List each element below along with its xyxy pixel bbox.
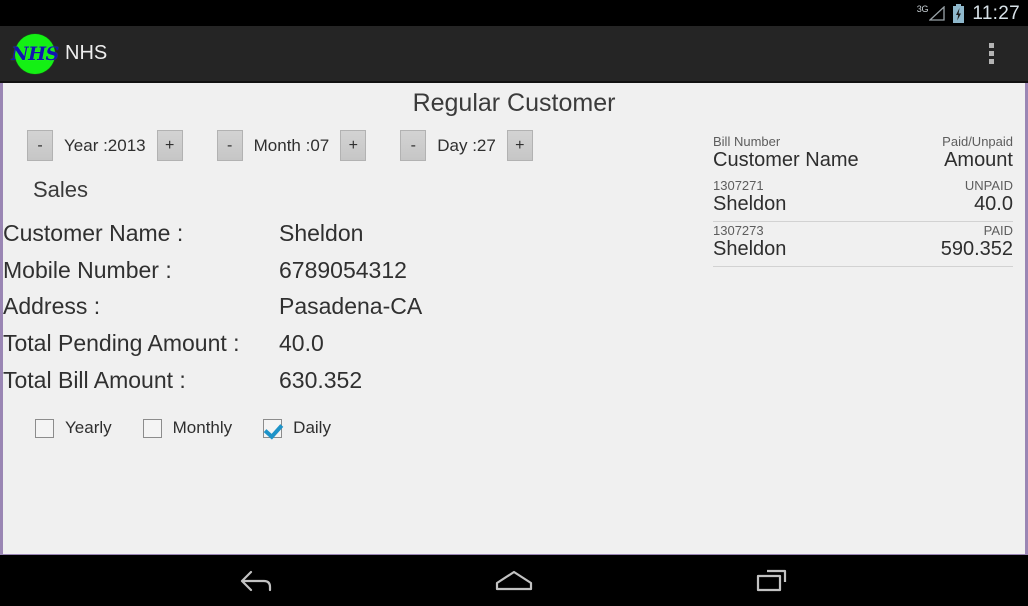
app-content: Regular Customer - Year :2013 + - Month … — [0, 83, 1028, 555]
mobile-number-label: Mobile Number : — [3, 256, 172, 283]
bill-item-top: 1307271 UNPAID — [713, 178, 1013, 193]
signal-strength-indicator: 3G — [917, 3, 946, 23]
table-row: Customer Name : Sheldon — [3, 215, 422, 252]
bill-list-header-top: Bill Number Paid/Unpaid — [713, 134, 1013, 149]
bill-number-header: Bill Number — [713, 134, 781, 149]
total-bill-amount-value: 630.352 — [279, 366, 363, 393]
checkbox-daily[interactable]: Daily — [263, 418, 331, 438]
status-bar: 3G 11:27 — [0, 0, 1028, 26]
bill-amount: 40.0 — [974, 193, 1013, 215]
overflow-dot — [988, 43, 994, 48]
month-stepper: - Month :07 + — [216, 130, 367, 161]
bill-list-header-bottom: Customer Name Amount — [713, 149, 1013, 172]
customer-name-label: Customer Name : — [3, 220, 184, 246]
amount-header: Amount — [944, 149, 1013, 171]
year-decrement-button[interactable]: - — [27, 130, 53, 161]
month-decrement-button[interactable]: - — [216, 130, 243, 161]
overflow-menu-icon[interactable] — [974, 32, 1008, 76]
checkbox-yearly-label: Yearly — [65, 418, 112, 438]
checkbox-yearly-box[interactable] — [35, 418, 54, 438]
checkbox-monthly-box[interactable] — [142, 418, 162, 438]
month-increment-button[interactable]: + — [340, 130, 367, 161]
total-bill-amount-label: Total Bill Amount : — [3, 366, 186, 393]
list-item[interactable]: 1307271 UNPAID Sheldon 40.0 — [713, 177, 1013, 222]
checkbox-monthly-label: Monthly — [172, 418, 233, 438]
bill-item-bottom: Sheldon 590.352 — [713, 238, 1013, 261]
checkbox-yearly[interactable]: Yearly — [35, 418, 112, 438]
overflow-dot — [988, 59, 994, 64]
home-icon[interactable] — [485, 561, 543, 601]
bill-number-value: 1307271 — [713, 178, 764, 193]
mobile-number-value: 6789054312 — [279, 256, 407, 283]
bill-number-value: 1307273 — [713, 223, 764, 238]
table-row: Mobile Number : 6789054312 — [3, 252, 422, 289]
back-arrow-icon[interactable] — [227, 561, 285, 601]
table-row: Address : Pasadena-CA — [3, 288, 422, 325]
address-value: Pasadena-CA — [279, 293, 423, 320]
checkbox-daily-label: Daily — [293, 418, 331, 438]
bill-list-header: Bill Number Paid/Unpaid Customer Name Am… — [713, 133, 1013, 177]
android-device-screen: 3G 11:27 NHS NHS Regular Customer - Year… — [0, 0, 1028, 606]
customer-detail-table: Customer Name : Sheldon Mobile Number : … — [3, 215, 422, 398]
bill-customer-name: Sheldon — [713, 193, 787, 215]
nhs-logo-text: NHS — [11, 42, 59, 65]
year-increment-button[interactable]: + — [156, 130, 183, 161]
action-bar: NHS NHS — [0, 26, 1028, 83]
network-type-label: 3G — [916, 4, 929, 14]
bill-item-bottom: Sheldon 40.0 — [713, 193, 1013, 216]
battery-charging-icon — [953, 3, 965, 23]
table-row: Total Bill Amount : 630.352 — [3, 362, 422, 399]
app-title: NHS — [65, 42, 108, 64]
nhs-logo-icon: NHS — [11, 33, 59, 74]
year-value-label: Year :2013 — [64, 135, 146, 155]
checkbox-daily-box[interactable] — [263, 418, 283, 438]
status-bar-clock: 11:27 — [972, 2, 1020, 24]
table-row: Total Pending Amount : 40.0 — [3, 325, 422, 362]
day-decrement-button[interactable]: - — [400, 130, 427, 161]
paid-status-header: Paid/Unpaid — [942, 134, 1013, 149]
total-pending-amount-label: Total Pending Amount : — [3, 329, 240, 356]
customer-name-header: Customer Name — [713, 149, 859, 171]
status-badge: UNPAID — [964, 178, 1013, 193]
day-stepper: - Day :27 + — [400, 130, 533, 161]
month-value-label: Month :07 — [253, 135, 330, 155]
list-item[interactable]: 1307273 PAID Sheldon 590.352 — [713, 222, 1013, 267]
overflow-dot — [988, 51, 994, 56]
checkbox-monthly[interactable]: Monthly — [142, 418, 233, 438]
day-increment-button[interactable]: + — [506, 130, 533, 161]
bill-customer-name: Sheldon — [713, 238, 787, 260]
navigation-bar — [0, 555, 1028, 606]
bill-list: Bill Number Paid/Unpaid Customer Name Am… — [713, 133, 1013, 267]
status-bar-icons: 3G 11:27 — [917, 3, 1020, 24]
year-stepper: - Year :2013 + — [27, 130, 183, 161]
bill-amount: 590.352 — [940, 238, 1013, 260]
total-pending-amount-value: 40.0 — [279, 329, 324, 356]
bill-item-top: 1307273 PAID — [713, 223, 1013, 238]
recent-apps-icon[interactable] — [743, 561, 801, 601]
address-label: Address : — [3, 293, 101, 320]
status-badge: PAID — [983, 223, 1013, 238]
signal-triangle-icon — [929, 6, 946, 21]
day-value-label: Day :27 — [437, 135, 496, 155]
page-title: Regular Customer — [412, 89, 616, 117]
period-filter-row: Yearly Monthly Daily — [3, 418, 1025, 438]
customer-name-value: Sheldon — [279, 220, 364, 246]
